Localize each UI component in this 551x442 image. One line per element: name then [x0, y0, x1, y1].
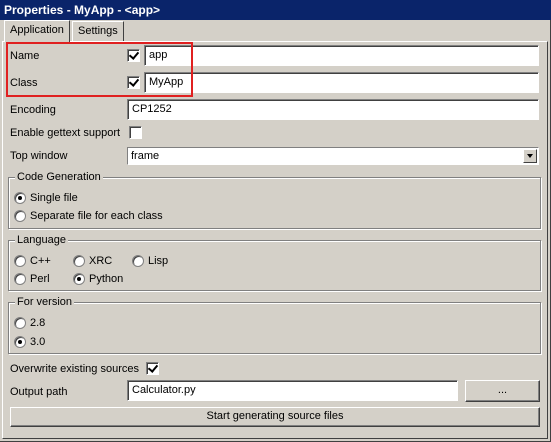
output-path-label: Output path: [10, 386, 68, 398]
radio-lisp[interactable]: [132, 255, 144, 267]
for-version-title: For version: [15, 295, 75, 309]
top-window-value: frame: [131, 150, 160, 162]
class-input[interactable]: MyApp: [144, 72, 539, 93]
gettext-label: Enable gettext support: [10, 127, 121, 139]
overwrite-label: Overwrite existing sources: [10, 363, 139, 375]
version-3-0-label: 3.0: [30, 336, 46, 348]
version-2-8-label: 2.8: [30, 317, 46, 329]
radio-xrc[interactable]: [73, 255, 85, 267]
single-file-label: Single file: [30, 192, 78, 204]
radio-version-3-0[interactable]: [14, 336, 26, 348]
radio-python[interactable]: [73, 273, 85, 285]
encoding-input[interactable]: CP1252: [127, 99, 539, 120]
gettext-checkbox[interactable]: [129, 126, 142, 139]
language-title: Language: [15, 233, 68, 247]
cpp-label: C++: [30, 255, 51, 267]
browse-button[interactable]: ...: [465, 380, 540, 402]
radio-perl[interactable]: [14, 273, 26, 285]
window-title: Properties - MyApp - <app>: [0, 0, 551, 20]
encoding-label: Encoding: [10, 104, 56, 116]
python-label: Python: [89, 273, 124, 285]
top-window-select[interactable]: frame: [127, 147, 539, 165]
tab-settings[interactable]: Settings: [72, 21, 124, 41]
xrc-label: XRC: [89, 255, 113, 267]
output-path-input[interactable]: Calculator.py: [127, 380, 458, 401]
radio-separate-file[interactable]: [14, 210, 26, 222]
highlight-box: [6, 42, 193, 97]
lisp-label: Lisp: [148, 255, 169, 267]
radio-version-2-8[interactable]: [14, 317, 26, 329]
start-generating-button[interactable]: Start generating source files: [10, 407, 540, 427]
radio-single-file[interactable]: [14, 192, 26, 204]
tab-application[interactable]: Application: [4, 20, 70, 42]
properties-window: Properties - MyApp - <app> Application S…: [0, 0, 551, 442]
chevron-down-icon[interactable]: [523, 149, 537, 163]
separate-file-label: Separate file for each class: [30, 210, 163, 222]
radio-cpp[interactable]: [14, 255, 26, 267]
top-window-label: Top window: [10, 150, 68, 162]
code-generation-title: Code Generation: [15, 170, 103, 184]
for-version-group: For version: [8, 295, 541, 354]
perl-label: Perl: [30, 273, 50, 285]
name-input[interactable]: app: [144, 45, 539, 66]
overwrite-checkbox[interactable]: [146, 362, 159, 375]
language-group: Language: [8, 233, 541, 291]
